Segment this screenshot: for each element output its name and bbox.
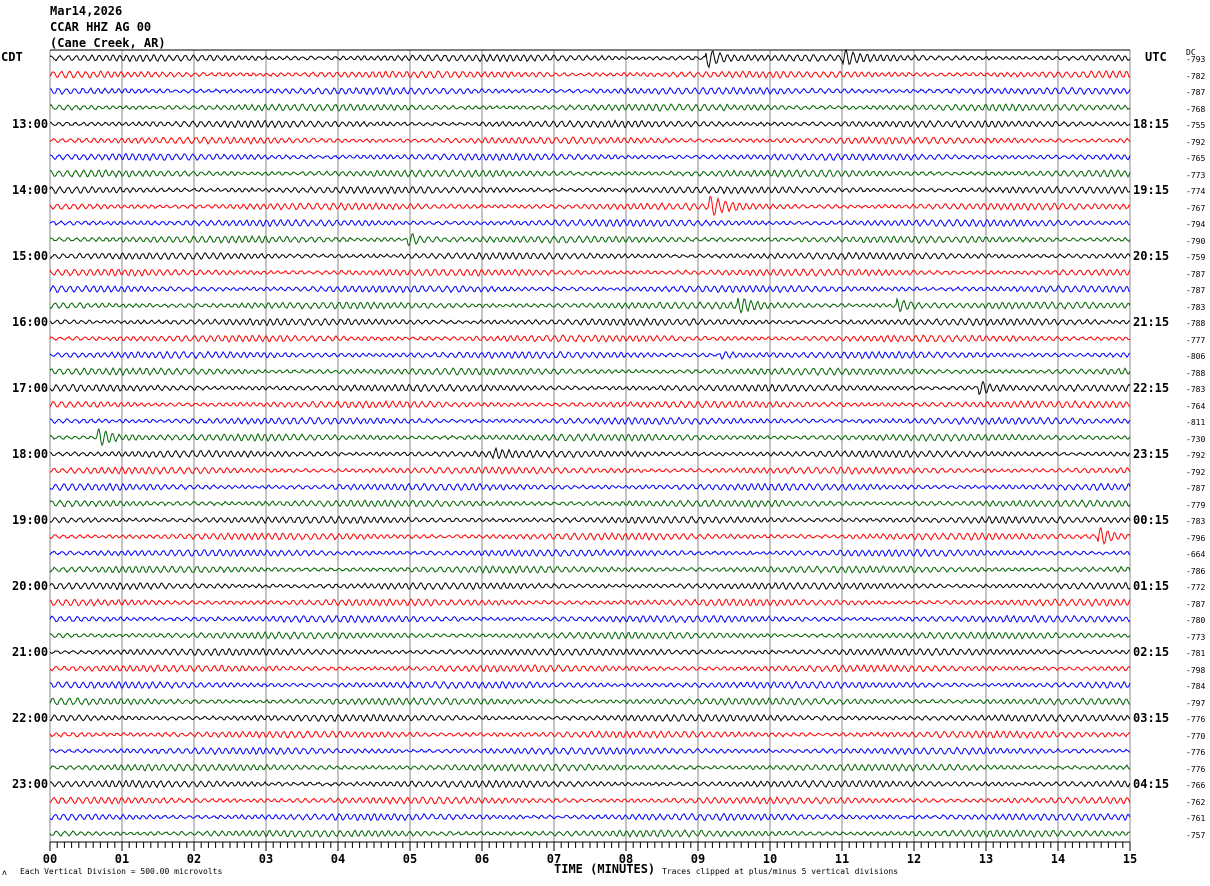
x-tick-label: 11 — [835, 852, 849, 866]
seismic-trace — [49, 416, 1131, 426]
seismic-trace — [49, 680, 1131, 690]
seismic-trace — [49, 526, 1131, 545]
seismic-trace — [49, 152, 1131, 162]
seismic-trace — [49, 614, 1131, 624]
seismic-trace — [49, 581, 1131, 591]
seismic-trace — [49, 631, 1131, 640]
seismic-trace — [49, 317, 1131, 327]
seismic-trace — [49, 268, 1131, 277]
seismic-trace — [49, 515, 1131, 525]
seismic-trace — [49, 729, 1131, 739]
seismic-trace — [49, 482, 1131, 492]
scale-note: Each Vertical Division = 500.00 microvol… — [20, 867, 223, 876]
seismic-trace — [49, 763, 1131, 772]
x-tick-label: 13 — [979, 852, 993, 866]
seismic-trace — [49, 284, 1131, 294]
x-tick-label: 03 — [259, 852, 273, 866]
seismic-trace — [49, 466, 1131, 476]
seismic-trace — [49, 69, 1130, 79]
seismic-trace — [49, 350, 1131, 360]
x-tick-label: 06 — [475, 852, 489, 866]
seismic-trace — [50, 233, 1131, 247]
clip-note: Traces clipped at plus/minus 5 vertical … — [662, 867, 899, 876]
seismic-trace — [49, 598, 1131, 607]
seismic-trace — [49, 103, 1131, 112]
x-tick-label: 01 — [115, 852, 129, 866]
seismic-trace — [49, 663, 1131, 673]
seismic-trace — [49, 185, 1131, 195]
x-tick-label: 09 — [691, 852, 705, 866]
seismic-trace — [49, 86, 1131, 96]
seismic-trace — [49, 218, 1131, 228]
seismic-trace — [49, 713, 1131, 723]
seismic-trace — [49, 697, 1131, 706]
x-tick-label: 14 — [1051, 852, 1065, 866]
seismic-trace — [49, 334, 1131, 343]
seismic-trace — [49, 446, 1131, 460]
seismic-trace — [49, 565, 1131, 574]
seismic-trace — [49, 812, 1131, 822]
x-tick-label: 05 — [403, 852, 417, 866]
x-tick-label: 04 — [331, 852, 345, 866]
scale-icon: ʌ — [2, 868, 7, 877]
helicorder-plot: 00 01 02 03 04 05 06 07 08 09 10 11 12 13 14 15 — [43, 48, 1137, 866]
seismic-trace — [49, 169, 1131, 179]
seismic-trace — [49, 135, 1131, 145]
seismic-trace — [49, 196, 1131, 217]
x-tick-label: 10 — [763, 852, 777, 866]
seismic-trace — [49, 380, 1131, 396]
seismic-trace — [49, 367, 1131, 377]
x-tick-label: 02 — [187, 852, 201, 866]
seismic-trace — [49, 399, 1131, 409]
seismic-trace — [49, 251, 1131, 261]
x-tick-label: 12 — [907, 852, 921, 866]
seismic-trace — [49, 829, 1131, 838]
x-tick-label: 15 — [1123, 852, 1137, 866]
seismic-trace — [49, 119, 1131, 129]
seismic-trace — [49, 647, 1130, 657]
x-tick-label: 00 — [43, 852, 57, 866]
seismic-trace — [49, 795, 1131, 806]
seismic-trace — [49, 498, 1131, 508]
x-axis-title: TIME (MINUTES) — [554, 862, 656, 876]
seismic-trace — [49, 746, 1131, 756]
seismic-trace — [49, 779, 1131, 789]
seismic-trace — [49, 297, 1131, 315]
seismic-trace — [49, 548, 1131, 558]
seismic-trace — [49, 427, 1131, 447]
seismic-trace — [49, 48, 1131, 69]
